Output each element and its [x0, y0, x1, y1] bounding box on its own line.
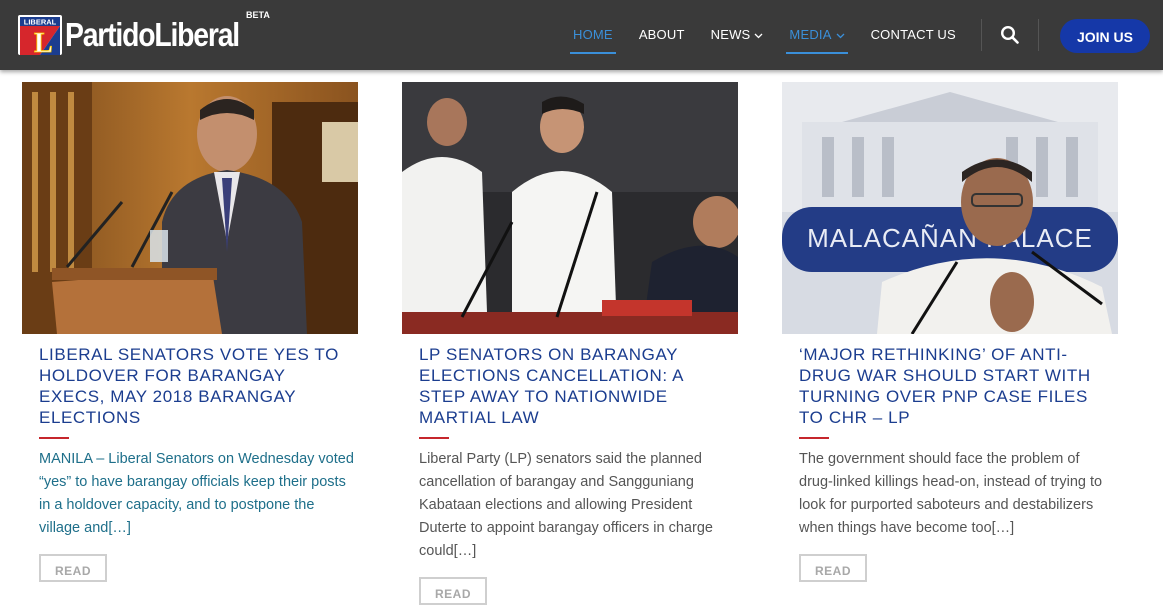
nav-about[interactable]: ABOUT	[626, 0, 698, 70]
read-more-button[interactable]: READ	[419, 577, 487, 605]
join-us-button[interactable]: JOIN US	[1060, 19, 1150, 53]
article-excerpt: MANILA – Liberal Senators on Wednesday v…	[39, 451, 354, 536]
nav-media[interactable]: MEDIA	[776, 0, 857, 70]
nav-divider	[981, 19, 982, 51]
main-navigation: HOME ABOUT NEWS MEDIA CONTACT US	[560, 0, 969, 70]
emblem-label: LIBERAL	[24, 18, 57, 27]
article-card: LIBERAL SENATORS VOTE YES TO HOLDOVER FO…	[22, 82, 358, 582]
article-card: LP SENATORS ON BARANGAY ELECTIONS CANCEL…	[402, 82, 738, 605]
article-card: MALACAÑAN PALACE ‘MAJOR RETHINKING’ OF A…	[782, 82, 1118, 582]
site-header: LIBERAL L PartidoLiberal BETA HOME ABOUT…	[0, 0, 1163, 70]
nav-news-label: NEWS	[710, 27, 751, 42]
title-divider	[39, 437, 69, 439]
nav-about-label: ABOUT	[638, 27, 685, 42]
liberal-party-emblem: LIBERAL L	[17, 14, 63, 56]
article-title[interactable]: ‘MAJOR RETHINKING’ OF ANTI-DRUG WAR SHOU…	[799, 344, 1109, 428]
article-title[interactable]: LP SENATORS ON BARANGAY ELECTIONS CANCEL…	[419, 344, 729, 428]
nav-contact-label: CONTACT US	[870, 27, 956, 42]
nav-home[interactable]: HOME	[560, 0, 626, 70]
search-icon[interactable]	[1000, 25, 1020, 45]
nav-contact-us[interactable]: CONTACT US	[858, 0, 969, 70]
nav-media-label: MEDIA	[789, 27, 832, 42]
site-name: PartidoLiberal	[65, 16, 240, 53]
nav-divider	[1038, 19, 1039, 51]
photo-banner-text: MALACAÑAN PALACE	[807, 223, 1093, 253]
article-photo[interactable]	[402, 82, 738, 334]
article-photo[interactable]: MALACAÑAN PALACE	[782, 82, 1118, 334]
nav-news[interactable]: NEWS	[698, 0, 777, 70]
nav-home-label: HOME	[573, 27, 613, 42]
chevron-down-icon	[754, 33, 763, 38]
site-logo[interactable]: LIBERAL L PartidoLiberal BETA	[17, 10, 270, 56]
article-excerpt: The government should face the problem o…	[799, 451, 1103, 536]
article-excerpt: Liberal Party (LP) senators said the pla…	[419, 451, 713, 559]
emblem-letter: L	[34, 28, 53, 56]
read-more-button[interactable]: READ	[39, 554, 107, 582]
title-divider	[799, 437, 829, 439]
article-photo[interactable]	[22, 82, 358, 334]
article-title[interactable]: LIBERAL SENATORS VOTE YES TO HOLDOVER FO…	[39, 344, 349, 428]
beta-badge: BETA	[246, 10, 270, 20]
chevron-down-icon	[836, 33, 845, 38]
title-divider	[419, 437, 449, 439]
read-more-button[interactable]: READ	[799, 554, 867, 582]
